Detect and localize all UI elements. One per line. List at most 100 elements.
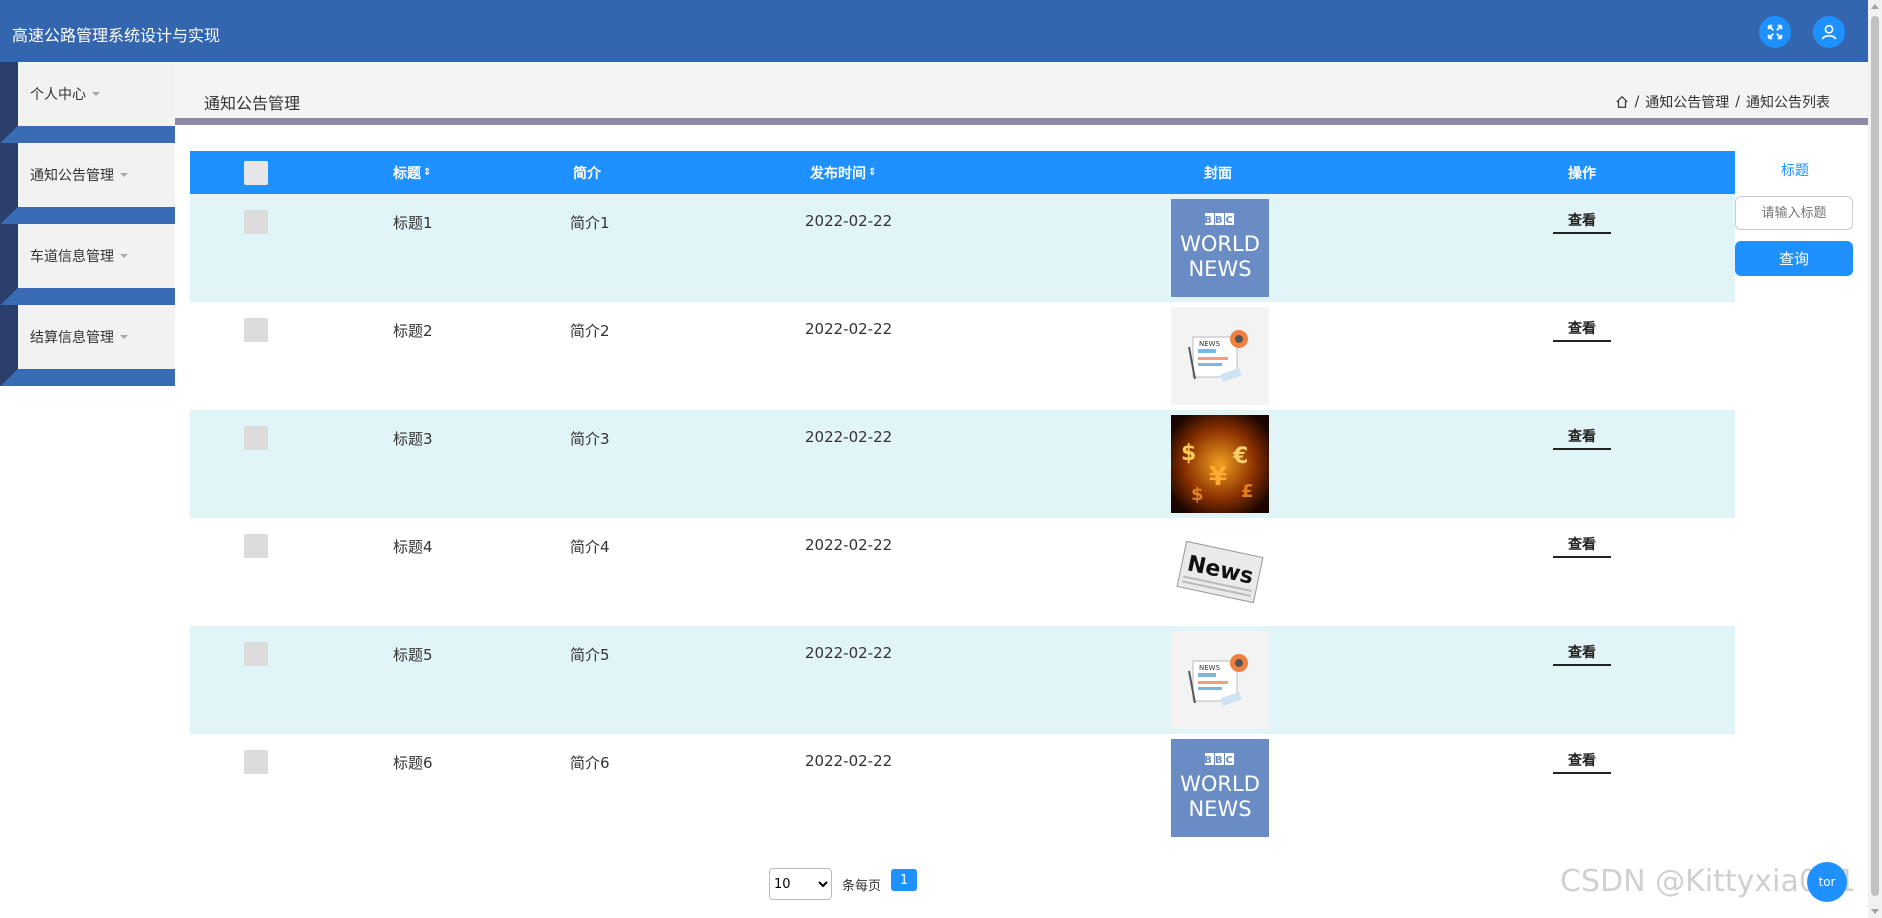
view-button[interactable]: 查看: [1553, 210, 1611, 234]
home-icon[interactable]: [1615, 95, 1629, 109]
vertical-scrollbar[interactable]: [1868, 0, 1882, 918]
caret-down-icon: [120, 173, 128, 177]
select-all-checkbox[interactable]: [244, 160, 268, 185]
column-publish-time[interactable]: 发布时间 ⇕: [810, 151, 876, 194]
sidebar-block: 结算信息管理: [0, 305, 175, 386]
row-intro: 简介4: [570, 538, 610, 556]
table-row: 标题2 简介2 2022-02-22 NEWS 查看: [190, 302, 1735, 410]
row-date: 2022-02-22: [805, 320, 893, 338]
svg-text:NEWS: NEWS: [1199, 340, 1221, 348]
sidebar-item-label: 结算信息管理: [30, 330, 114, 346]
sidebar: 个人中心 通知公告管理 车道信息管理 结算信息管理: [0, 62, 175, 386]
sidebar-divider: [0, 126, 175, 143]
select-all-cell: [244, 151, 268, 194]
user-icon: [1821, 24, 1837, 40]
cover-image-newspaper: News: [1171, 523, 1269, 621]
cover-image-bbc: BBC WORLD NEWS: [1171, 739, 1269, 837]
floating-action-button[interactable]: tor: [1807, 862, 1847, 902]
search-title-label: 标题: [1781, 163, 1809, 179]
row-date: 2022-02-22: [805, 644, 893, 662]
sidebar-item-lane-management[interactable]: 车道信息管理: [18, 224, 175, 288]
svg-text:$: $: [1191, 484, 1204, 505]
sidebar-item-label: 通知公告管理: [30, 168, 114, 184]
table-row: 标题5 简介5 2022-02-22 NEWS 查看: [190, 626, 1735, 734]
content-header: 通知公告管理 / 通知公告管理 / 通知公告列表: [175, 62, 1868, 118]
sidebar-item-label: 车道信息管理: [30, 249, 114, 265]
view-button[interactable]: 查看: [1553, 426, 1611, 450]
row-date: 2022-02-22: [805, 752, 893, 770]
sidebar-item-label: 个人中心: [30, 87, 86, 103]
sidebar-item-notice-management[interactable]: 通知公告管理: [18, 143, 175, 207]
scroll-thumb[interactable]: [1871, 16, 1879, 896]
row-checkbox[interactable]: [244, 426, 268, 450]
cover-image-bbc: BBC WORLD NEWS: [1171, 199, 1269, 297]
sidebar-block: 通知公告管理: [0, 143, 175, 224]
breadcrumb-item[interactable]: 通知公告管理: [1645, 92, 1729, 112]
search-button[interactable]: 查询: [1735, 241, 1853, 276]
breadcrumb-separator: /: [1735, 94, 1740, 110]
search-title-input[interactable]: [1735, 196, 1853, 230]
view-button[interactable]: 查看: [1553, 642, 1611, 666]
svg-text:BBC: BBC: [1204, 755, 1236, 766]
row-intro: 简介3: [570, 430, 610, 448]
cover-image-news-document: NEWS: [1171, 631, 1269, 729]
notice-table: 标题 ⇕ 简介 发布时间 ⇕ 封面 操作 标题1 简介1 2022-02-22 BB…: [190, 151, 1735, 842]
view-button[interactable]: 查看: [1553, 750, 1611, 774]
row-checkbox[interactable]: [244, 534, 268, 558]
sidebar-divider: [0, 288, 175, 305]
caret-down-icon: [120, 335, 128, 339]
row-title: 标题6: [393, 754, 433, 772]
svg-text:€: €: [1232, 444, 1248, 469]
row-checkbox[interactable]: [244, 642, 268, 666]
row-title: 标题2: [393, 322, 433, 340]
view-button[interactable]: 查看: [1553, 318, 1611, 342]
page-number-current[interactable]: 1: [891, 869, 918, 891]
cover-image-news-document: NEWS: [1171, 307, 1269, 405]
column-cover: 封面: [1204, 165, 1232, 182]
row-title: 标题4: [393, 538, 433, 556]
svg-text:¥: ¥: [1209, 462, 1227, 492]
svg-text:£: £: [1241, 481, 1254, 502]
row-date: 2022-02-22: [805, 428, 893, 446]
svg-text:NEWS: NEWS: [1188, 797, 1251, 821]
breadcrumb-separator: /: [1634, 94, 1640, 110]
svg-text:$: $: [1181, 441, 1196, 466]
svg-text:WORLD: WORLD: [1180, 772, 1260, 796]
sidebar-item-settlement-management[interactable]: 结算信息管理: [18, 305, 175, 369]
row-checkbox[interactable]: [244, 210, 268, 234]
breadcrumb-item: 通知公告列表: [1746, 95, 1830, 111]
content-divider: [175, 118, 1868, 125]
sidebar-block: 个人中心: [0, 62, 175, 143]
view-button[interactable]: 查看: [1553, 534, 1611, 558]
fullscreen-button[interactable]: [1759, 16, 1791, 48]
column-intro: 简介: [573, 165, 601, 182]
sidebar-divider: [0, 207, 175, 224]
page-size-select[interactable]: 10: [769, 868, 832, 900]
row-date: 2022-02-22: [805, 212, 893, 230]
table-row: 标题4 简介4 2022-02-22 News 查看: [190, 518, 1735, 626]
user-button[interactable]: [1813, 16, 1845, 48]
table-row: 标题3 简介3 2022-02-22 $ ¥ € $ £ 查看: [190, 410, 1735, 518]
per-page-label: 条每页: [842, 878, 882, 894]
sort-icon[interactable]: ⇕: [423, 167, 431, 178]
breadcrumb: / 通知公告管理 / 通知公告列表: [1615, 92, 1830, 112]
row-checkbox[interactable]: [244, 750, 268, 774]
row-intro: 简介1: [570, 214, 610, 232]
sidebar-item-personal-center[interactable]: 个人中心: [18, 62, 175, 126]
row-intro: 简介2: [570, 322, 610, 340]
caret-down-icon: [92, 92, 100, 96]
cover-image-money-symbols: $ ¥ € $ £: [1171, 415, 1269, 513]
row-intro: 简介6: [570, 754, 610, 772]
svg-text:BBC: BBC: [1204, 215, 1236, 226]
column-title[interactable]: 标题 ⇕: [393, 151, 431, 194]
svg-text:WORLD: WORLD: [1180, 232, 1260, 256]
pagination: 10 条每页 1: [769, 868, 918, 900]
row-checkbox[interactable]: [244, 318, 268, 342]
caret-down-icon: [120, 254, 128, 258]
scroll-up-icon[interactable]: [1871, 4, 1879, 9]
scroll-down-icon[interactable]: [1871, 909, 1879, 914]
sort-icon[interactable]: ⇕: [868, 167, 876, 178]
svg-text:NEWS: NEWS: [1188, 257, 1251, 281]
row-date: 2022-02-22: [805, 536, 893, 554]
row-title: 标题5: [393, 646, 433, 664]
